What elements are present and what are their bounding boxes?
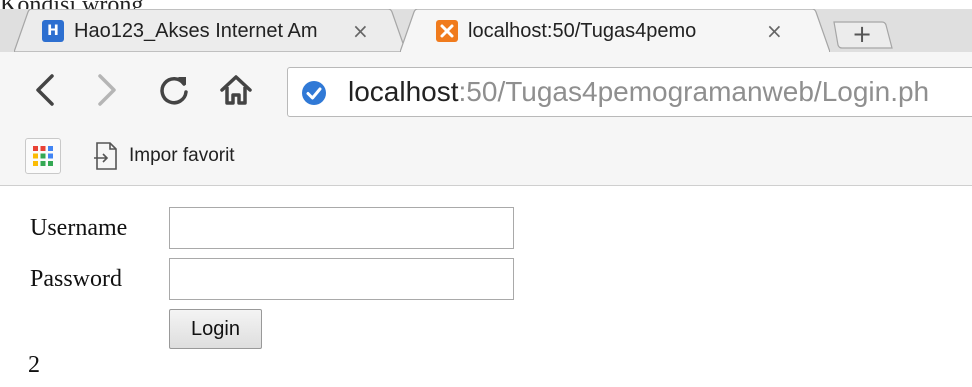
apps-button[interactable] xyxy=(25,138,61,174)
back-icon xyxy=(36,74,54,106)
plus-icon: + xyxy=(852,20,873,48)
output-text: 2 xyxy=(28,352,40,378)
username-label: Username xyxy=(30,214,128,241)
xampp-icon xyxy=(436,20,458,42)
password-row: Password xyxy=(30,258,514,300)
new-tab-button[interactable]: + xyxy=(830,20,894,49)
page-content: Username Password Login 2 xyxy=(0,186,972,387)
back-button[interactable] xyxy=(28,72,64,108)
username-row: Username xyxy=(30,207,514,249)
password-label: Password xyxy=(30,265,123,292)
toolbar: localhost:50/Tugas4pemogramanweb/Login.p… xyxy=(0,52,972,126)
apps-grid-icon xyxy=(33,146,53,166)
home-button[interactable] xyxy=(218,72,254,108)
forward-icon xyxy=(98,74,116,106)
close-icon[interactable]: × xyxy=(766,19,783,43)
url-path: :50/Tugas4pemogramanweb/Login.ph xyxy=(458,76,930,107)
reload-icon xyxy=(160,76,188,105)
password-input[interactable] xyxy=(169,258,514,300)
tab-hao123[interactable]: H Hao123_Akses Internet Am × xyxy=(14,9,406,52)
reload-button[interactable] xyxy=(156,72,192,108)
url-host: localhost xyxy=(348,76,459,107)
username-input[interactable] xyxy=(169,207,514,249)
bookmarks-bar: Impor favorit xyxy=(0,126,972,186)
tab-strip: H Hao123_Akses Internet Am × localhost:5… xyxy=(0,9,972,52)
tab-localhost[interactable]: localhost:50/Tugas4pemo × xyxy=(400,9,830,52)
bookmark-label: Impor favorit xyxy=(129,145,235,166)
bookmark-import-favorites[interactable]: Impor favorit xyxy=(93,140,235,172)
home-icon xyxy=(220,75,252,105)
tab-title: Hao123_Akses Internet Am xyxy=(74,19,318,42)
forward-button[interactable] xyxy=(88,72,124,108)
url-text: localhost:50/Tugas4pemogramanweb/Login.p… xyxy=(348,76,929,108)
top-caption: Kondisi wrong xyxy=(0,0,143,17)
tab-title: localhost:50/Tugas4pemo xyxy=(468,19,697,42)
secure-check-icon xyxy=(302,81,326,105)
login-button[interactable]: Login xyxy=(169,309,262,349)
hao123-icon: H xyxy=(42,20,64,42)
close-icon[interactable]: × xyxy=(352,19,369,43)
address-bar[interactable]: localhost:50/Tugas4pemogramanweb/Login.p… xyxy=(287,67,972,117)
import-file-icon xyxy=(94,142,117,170)
